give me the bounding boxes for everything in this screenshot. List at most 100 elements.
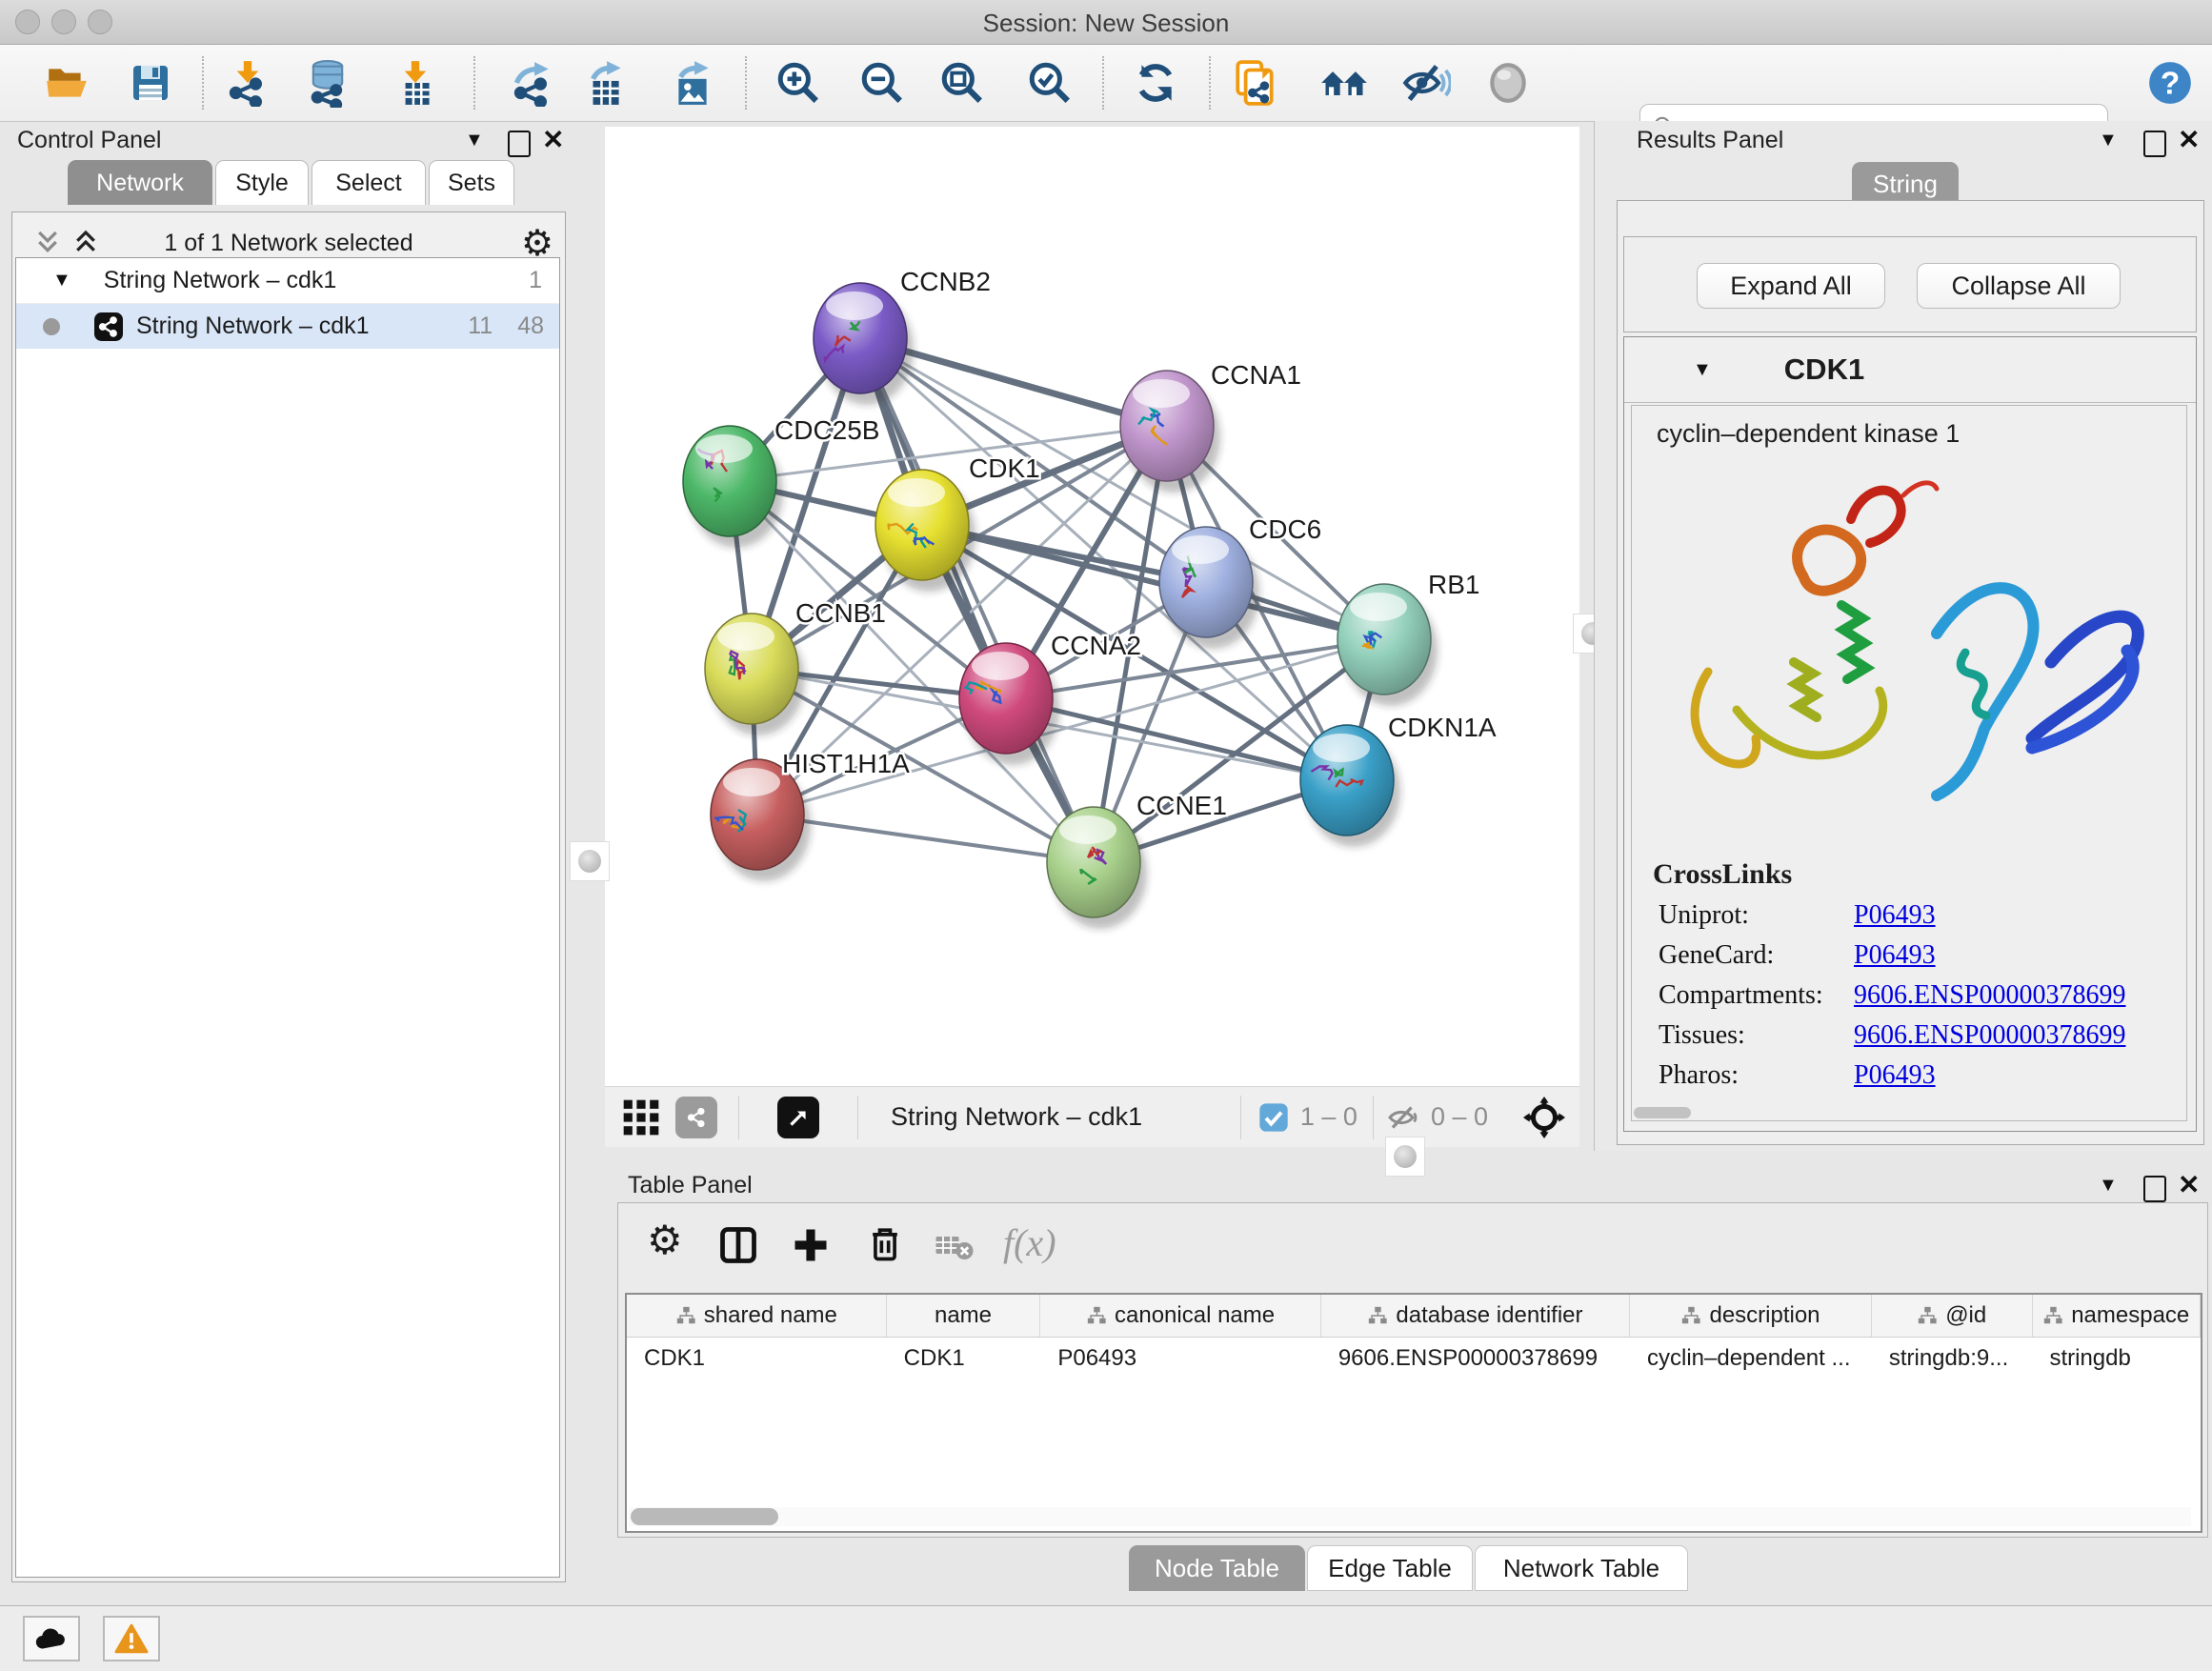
network-snapshot-icon[interactable]: [1231, 58, 1280, 108]
control-panel-collapse-icon[interactable]: ▼: [465, 130, 484, 151]
network-node-cdkn1a[interactable]: [1300, 725, 1400, 847]
results-panel-collapse-icon[interactable]: ▼: [2099, 130, 2118, 151]
open-session-icon[interactable]: [42, 58, 91, 108]
network-node-cdk1[interactable]: [875, 470, 975, 592]
network-graph[interactable]: CCNB2CCNA1CDC25BCDK1CDC6RB1CCNB1CCNA2CDK…: [605, 127, 1579, 1086]
import-network-database-icon[interactable]: [303, 58, 352, 108]
birds-eye-view-icon[interactable]: [777, 1097, 819, 1138]
network-row[interactable]: String Network – cdk1 11 48: [16, 304, 559, 349]
column-header-name[interactable]: name: [887, 1295, 1041, 1337]
network-node-ccnb2[interactable]: [814, 283, 914, 405]
crosslink-row: Compartments:9606.ENSP00000378699: [1659, 980, 2186, 1011]
column-header-database-identifier[interactable]: database identifier: [1321, 1295, 1630, 1337]
import-table-icon[interactable]: [391, 58, 440, 108]
network-node-ccna2[interactable]: [959, 643, 1059, 765]
column-header-shared-name[interactable]: shared name: [627, 1295, 887, 1337]
column-header-description[interactable]: description: [1630, 1295, 1872, 1337]
crosslink-link[interactable]: 9606.ENSP00000378699: [1854, 980, 2125, 1011]
zoom-out-icon[interactable]: [857, 58, 907, 108]
fit-content-crosshair-icon[interactable]: [1522, 1096, 1566, 1139]
hidden-eye-icon[interactable]: [1387, 1100, 1421, 1135]
tab-sets[interactable]: Sets: [429, 160, 514, 205]
help-icon[interactable]: ?: [2145, 58, 2195, 108]
expand-all-button[interactable]: Expand All: [1697, 263, 1885, 309]
zoom-selected-icon[interactable]: [1025, 58, 1075, 108]
column-header-label: @id: [1945, 1302, 1986, 1329]
column-header-namespace[interactable]: namespace: [2033, 1295, 2202, 1337]
delete-column-icon[interactable]: [864, 1222, 906, 1264]
tab-select[interactable]: Select: [312, 160, 426, 205]
zoom-fit-icon[interactable]: [937, 58, 987, 108]
warnings-button[interactable]: [103, 1616, 160, 1661]
hide-selected-icon[interactable]: [1401, 58, 1451, 108]
main-toolbar: ?: [0, 45, 2212, 122]
table-panel-close-icon[interactable]: ✕: [2178, 1169, 2200, 1200]
table-hscrollbar[interactable]: [629, 1507, 2191, 1526]
network-edge[interactable]: [860, 338, 1094, 862]
control-panel-close-icon[interactable]: ✕: [542, 124, 564, 155]
cdk1-section-header[interactable]: ▼ CDK1: [1624, 337, 2196, 403]
cell-database-identifier[interactable]: 9606.ENSP00000378699: [1321, 1345, 1630, 1372]
column-header-canonical-name[interactable]: canonical name: [1040, 1295, 1321, 1337]
network-node-cdc25b[interactable]: [683, 426, 783, 548]
table-options-gear-icon[interactable]: ⚙: [647, 1217, 683, 1263]
network-node-cdc6[interactable]: [1159, 527, 1259, 649]
zoom-in-icon[interactable]: [774, 58, 823, 108]
results-hscroll-thumb[interactable]: [1634, 1107, 1691, 1118]
cell-namespace[interactable]: stringdb: [2032, 1345, 2201, 1372]
tab-edge-table[interactable]: Edge Table: [1307, 1545, 1473, 1591]
collapse-all-button[interactable]: Collapse All: [1917, 263, 2121, 309]
collection-expand-icon[interactable]: ▼: [52, 270, 71, 292]
table-panel-float-icon[interactable]: [2143, 1176, 2166, 1202]
table-hscrollbar-thumb[interactable]: [631, 1508, 778, 1525]
cell-canonical-name[interactable]: P06493: [1040, 1345, 1320, 1372]
cdk1-collapse-icon[interactable]: ▼: [1693, 359, 1712, 381]
crosslink-link[interactable]: P06493: [1854, 1060, 1936, 1091]
show-columns-icon[interactable]: [717, 1224, 759, 1266]
cell-shared-name[interactable]: CDK1: [627, 1345, 887, 1372]
cell-name[interactable]: CDK1: [887, 1345, 1041, 1372]
crosslink-link[interactable]: P06493: [1854, 900, 1936, 931]
export-table-icon[interactable]: [580, 58, 630, 108]
crosslink-link[interactable]: 9606.ENSP00000378699: [1854, 1020, 2125, 1051]
network-share-view-icon[interactable]: [675, 1097, 717, 1138]
refresh-icon[interactable]: [1131, 58, 1180, 108]
left-splitter-handle[interactable]: [570, 841, 610, 881]
import-network-icon[interactable]: [223, 58, 272, 108]
grid-view-icon[interactable]: [620, 1097, 662, 1138]
selected-checkbox-icon[interactable]: [1258, 1102, 1289, 1133]
table-row[interactable]: CDK1CDK1P064939606.ENSP00000378699cyclin…: [627, 1338, 2201, 1379]
tab-network-table[interactable]: Network Table: [1475, 1545, 1688, 1591]
network-tree: ▼ String Network – cdk1 1 String Network…: [15, 257, 560, 1578]
save-session-icon[interactable]: [126, 58, 175, 108]
cloud-button[interactable]: [23, 1616, 80, 1661]
first-neighbors-icon[interactable]: [1319, 58, 1369, 108]
network-collection-row[interactable]: ▼ String Network – cdk1 1: [16, 258, 559, 304]
tab-network[interactable]: Network: [68, 160, 212, 205]
column-type-icon: [1086, 1305, 1107, 1326]
crosslink-link[interactable]: P06493: [1854, 940, 1936, 971]
tab-node-table[interactable]: Node Table: [1129, 1545, 1305, 1591]
network-node-ccne1[interactable]: [1047, 807, 1147, 929]
results-panel-close-icon[interactable]: ✕: [2178, 124, 2200, 155]
results-panel-float-icon[interactable]: [2143, 131, 2166, 157]
export-image-icon[interactable]: [668, 58, 717, 108]
clear-table-icon[interactable]: [935, 1228, 975, 1262]
network-node-rb1[interactable]: [1337, 584, 1438, 706]
network-canvas[interactable]: CCNB2CCNA1CDC25BCDK1CDC6RB1CCNB1CCNA2CDK…: [605, 127, 1579, 1086]
crosslink-label: Uniprot:: [1659, 900, 1854, 931]
horizontal-splitter-handle[interactable]: [1385, 1137, 1425, 1177]
table-panel-collapse-icon[interactable]: ▼: [2099, 1175, 2118, 1197]
show-all-icon[interactable]: [1483, 58, 1533, 108]
column-header--id[interactable]: @id: [1872, 1295, 2033, 1337]
cell-description[interactable]: cyclin–dependent ...: [1630, 1345, 1872, 1372]
column-header-label: canonical name: [1115, 1302, 1275, 1329]
add-column-icon[interactable]: [790, 1224, 832, 1266]
control-panel-float-icon[interactable]: [508, 131, 531, 157]
svg-text:?: ?: [2161, 66, 2180, 101]
function-builder-icon[interactable]: f(x): [1003, 1220, 1056, 1265]
tab-style[interactable]: Style: [215, 160, 309, 205]
cell--id[interactable]: stringdb:9...: [1872, 1345, 2033, 1372]
network-node-ccnb1[interactable]: [705, 614, 805, 735]
export-network-icon[interactable]: [508, 58, 557, 108]
